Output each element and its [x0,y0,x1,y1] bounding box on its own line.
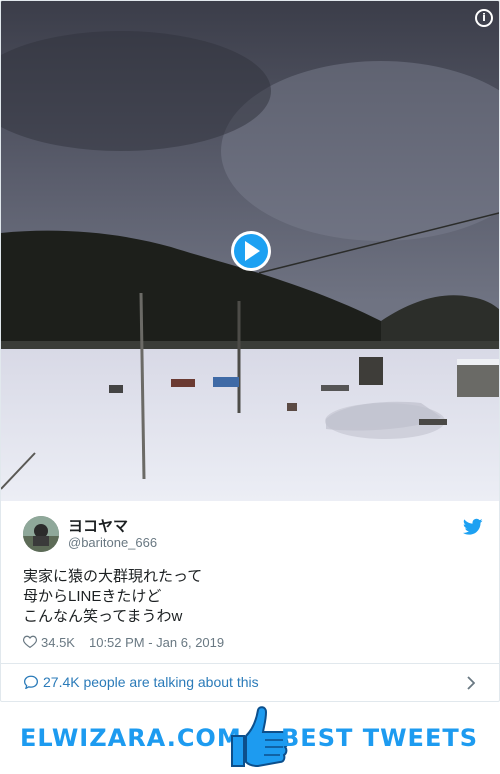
tweet-meta: 34.5K 10:52 PM - Jan 6, 2019 [23,635,224,650]
chevron-right-icon [467,676,475,690]
tweet-text-line: 母からLINEきたけど [23,588,162,605]
display-name[interactable]: ヨコヤマ [68,515,128,536]
tweet-card: i ヨコヤマ @baritone_666 実家に猿の大群現れたって 母からLIN… [0,0,500,702]
twitter-bird-icon[interactable] [463,518,483,536]
video-thumbnail[interactable]: i [1,1,499,501]
tweet-text-line: 実家に猿の大群現れたって [23,568,203,585]
speech-bubble-icon [23,675,39,689]
info-icon[interactable]: i [475,9,493,27]
tweet-header: ヨコヤマ @baritone_666 [23,515,483,555]
heart-icon[interactable] [23,635,37,648]
talking-link[interactable]: 27.4K people are talking about this [23,674,479,694]
play-button-icon[interactable] [231,231,271,271]
user-handle[interactable]: @baritone_666 [68,535,157,550]
site-brand[interactable]: ELWIZARA.COM [20,724,242,752]
best-tweets-label: BEST TWEETS [281,724,478,752]
timestamp[interactable]: 10:52 PM - Jan 6, 2019 [89,635,224,650]
tweet-text-line: こんなん笑ってまうわw [23,608,183,625]
talking-text: 27.4K people are talking about this [43,674,259,690]
avatar[interactable] [23,516,59,552]
footer-banner: ELWIZARA.COM BEST TWEETS [0,702,500,774]
divider [1,663,499,664]
like-count[interactable]: 34.5K [41,635,75,650]
tweet-text: 実家に猿の大群現れたって 母からLINEきたけど こんなん笑ってまうわw [23,567,202,627]
